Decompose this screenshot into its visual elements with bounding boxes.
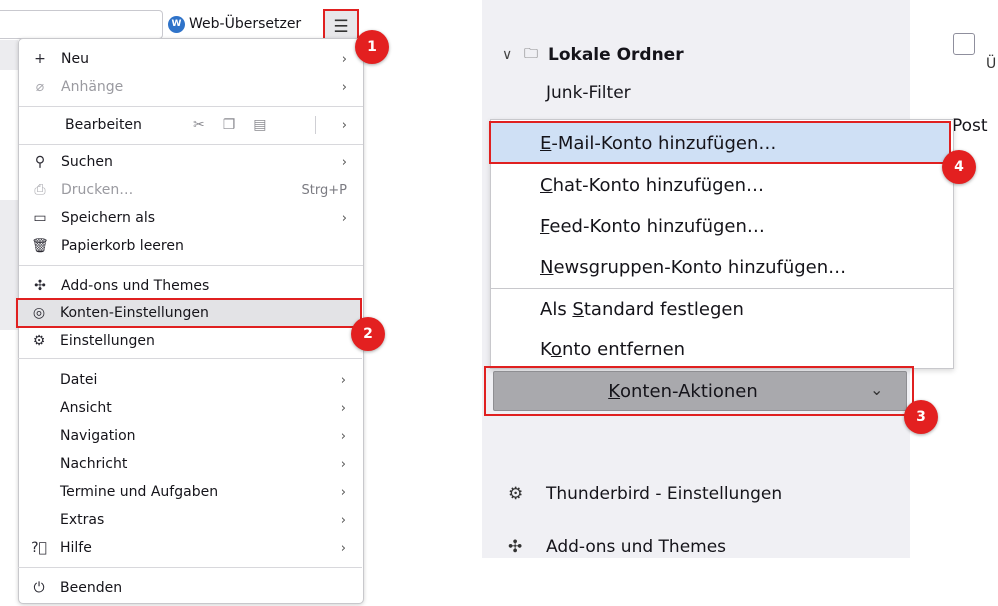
hamburger-menu-icon: ☰ [333,16,349,37]
submenu-arrow-icon: › [340,456,346,472]
menu-item-label: Konten-Einstellungen [60,305,209,321]
gear-icon: ⚙ [32,333,46,349]
menu-item-hilfe[interactable]: ?⃝ Hilfe › [18,534,362,562]
menu-item-label: Beenden [60,580,123,596]
menu-item-label: Feed-Konto hinzufügen… [540,215,765,237]
menu-item-label: Datei [60,372,98,388]
folder-item-label: Junk-Filter [546,83,631,103]
puzzle-icon: ✣ [508,537,523,557]
menu-item-datei[interactable]: Datei › [18,366,362,394]
translator-logo-icon: W [168,15,185,33]
menu-item-label: E-Mail-Konto hinzufügen… [540,132,777,154]
menu-item-label: Konto entfernen [540,338,686,360]
menu-item-einstellungen[interactable]: ⚙ Einstellungen [18,327,362,355]
menu-item-label: Termine und Aufgaben [60,484,219,500]
help-icon: ?⃝ [31,540,47,556]
menu-item-label: Navigation [60,428,136,444]
menu-item-label: Extras [60,512,105,528]
partial-content-text: Post [952,116,988,136]
folder-lokale-ordner[interactable]: ∨ 🗀 Lokale Ordner [502,42,684,68]
menu-item-termine-und-aufgaben[interactable]: Termine und Aufgaben › [18,478,362,506]
chevron-down-icon[interactable]: ∨ [502,47,524,63]
checkbox[interactable] [953,33,975,55]
gear-icon: ⚙ [508,484,524,504]
menu-separator [18,567,362,568]
menu-item-extras[interactable]: Extras › [18,506,362,534]
menu-item-label: Ansicht [60,400,112,416]
menu-item-label: Chat-Konto hinzufügen… [540,174,765,196]
menu-item-label: Nachricht [60,456,128,472]
translator-label: Web-Übersetzer [189,16,302,32]
chevron-down-icon: ⌄ [870,380,884,399]
submenu-arrow-icon: › [340,512,346,528]
app-menu-lower: ◎ Konten-Einstellungen ⚙ Einstellungen D… [18,38,364,604]
submenu-arrow-icon: › [340,484,346,500]
partial-label: Ü [986,56,997,72]
menu-item-newsgruppen-konto-hinzufuegen[interactable]: Newsgruppen-Konto hinzufügen… [490,247,952,287]
step-badge-3: 3 [904,400,938,434]
menu-item-feed-konto-hinzufuegen[interactable]: Feed-Konto hinzufügen… [490,206,952,246]
submenu-arrow-icon: › [340,540,346,556]
menu-item-email-konto-hinzufuegen[interactable]: E-Mail-Konto hinzufügen… [490,123,952,163]
account-icon: ◎ [32,305,46,321]
submenu-arrow-icon: › [340,428,346,444]
menu-item-beenden[interactable]: ⏻ Beenden [18,574,362,602]
menu-item-ansicht[interactable]: Ansicht › [18,394,362,422]
footer-item-label: Thunderbird - Einstellungen [546,484,783,504]
folder-label: Lokale Ordner [548,45,684,65]
account-actions-items: E-Mail-Konto hinzufügen… Chat-Konto hinz… [490,119,954,369]
menu-item-als-standard-festlegen[interactable]: Als Standard festlegen [490,289,952,329]
addons-themes-link[interactable]: ✣ Add-ons und Themes [508,532,726,562]
menu-item-navigation[interactable]: Navigation › [18,422,362,450]
background-strip [0,40,18,70]
step-badge-2: 2 [351,317,385,351]
menu-item-nachricht[interactable]: Nachricht › [18,450,362,478]
folder-icon: 🗀 [524,46,538,62]
submenu-arrow-icon: › [340,400,346,416]
konten-aktionen-label: Konten-Aktionen [608,380,758,402]
step-badge-4: 4 [942,150,976,184]
power-icon: ⏻ [33,580,45,596]
menu-separator [18,358,362,359]
thunderbird-einstellungen-link[interactable]: ⚙ Thunderbird - Einstellungen [508,479,782,509]
menu-item-label: Hilfe [60,540,92,556]
menu-item-chat-konto-hinzufuegen[interactable]: Chat-Konto hinzufügen… [490,165,952,205]
menu-item-label: Newsgruppen-Konto hinzufügen… [540,256,847,278]
step-badge-1: 1 [355,30,389,64]
menu-item-label: Als Standard festlegen [540,298,744,320]
menu-item-konten-einstellungen[interactable]: ◎ Konten-Einstellungen [18,299,362,327]
menu-item-konto-entfernen[interactable]: Konto entfernen [490,329,952,369]
menu-item-label: Einstellungen [60,333,155,349]
folder-item-junk-filter[interactable]: Junk-Filter [546,80,631,106]
footer-item-label: Add-ons und Themes [546,537,727,557]
web-translator-button[interactable]: W Web-Übersetzer [168,12,301,36]
submenu-arrow-icon: › [340,372,346,388]
address-field[interactable] [0,10,163,39]
